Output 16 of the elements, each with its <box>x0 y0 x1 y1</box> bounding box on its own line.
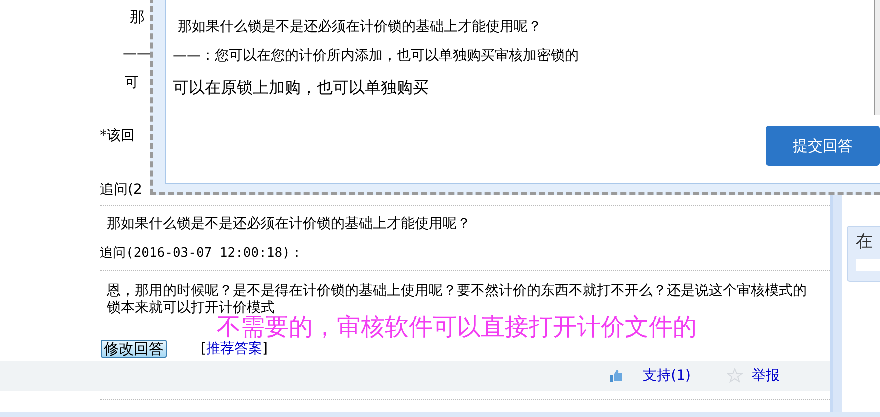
answer-text: —— <box>123 45 151 63</box>
edit-answer-button[interactable]: 修改回答 <box>101 340 167 358</box>
submit-answer-button[interactable]: 提交回答 <box>766 126 880 166</box>
followup-label: 追问(2016-03-07 12:00:18)： <box>100 245 304 263</box>
recommend-link[interactable]: [推荐答案] <box>201 340 268 358</box>
question-text: 那如果什么锁是不是还必须在计价锁的基础上才能使用呢？ <box>107 215 472 234</box>
support-link[interactable]: 支持(1) <box>643 367 691 385</box>
answer-text: 可 <box>125 74 139 92</box>
followup-text: 恩，那用的时候呢？是不是得在计价锁的基础上使用呢？要不然计价的东西不就打不开么？还是说这个审核模式的锁本来就可以打开计价模式 <box>107 283 808 316</box>
answer-box[interactable]: 那如果什么锁是不是还必须在计价锁的基础上才能使用呢？ ——：您可以在您的计价所内添加，也可以单独购买审核加密锁的 可以在原锁上加购，也可以单独购买 <box>166 0 874 122</box>
sidebar-heading: 在 <box>856 231 872 253</box>
answer-text: 追问(2 <box>100 181 142 199</box>
answer-text: 那 <box>130 8 145 26</box>
answer-text: *该回 <box>100 127 135 145</box>
annotation-text: 不需要的，审核软件可以直接打开计价文件的 <box>217 313 698 341</box>
report-link[interactable]: 举报 <box>752 367 780 385</box>
